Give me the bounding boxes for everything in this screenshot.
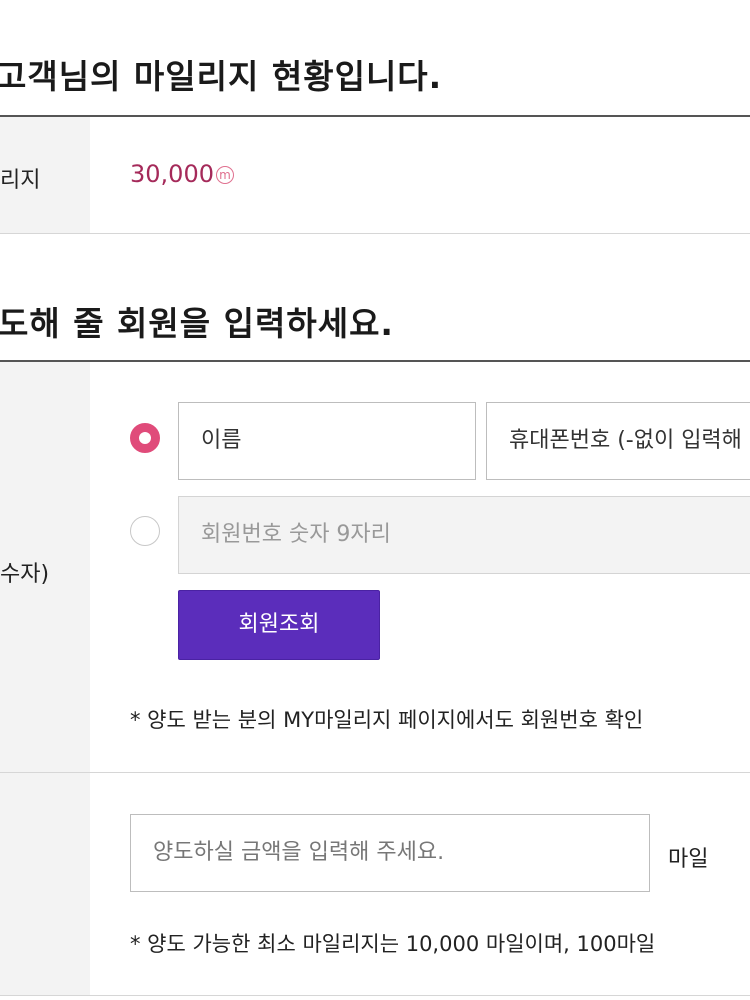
member-lookup-button[interactable]: 회원조회: [178, 590, 380, 660]
transfer-heading: 도해 줄 회원을 입력하세요.: [0, 304, 394, 343]
recipient-note: * 양도 받는 분의 MY마일리지 페이지에서도 회원번호 확인: [130, 708, 644, 732]
divider: [0, 995, 750, 996]
mileage-unit-icon: m: [215, 166, 234, 184]
amount-label-cell: [0, 773, 90, 995]
divider: [0, 115, 750, 117]
divider: [0, 360, 750, 362]
radio-name-phone[interactable]: [130, 423, 160, 453]
mileage-value: 30,000 m: [130, 160, 234, 188]
mileage-label: 리지: [0, 168, 41, 193]
phone-input[interactable]: 휴대폰번호 (-없이 입력해: [486, 402, 750, 480]
status-heading: 고객님의 마일리지 현황입니다.: [0, 57, 443, 96]
recipient-label: 수자): [0, 562, 50, 587]
transfer-amount-input[interactable]: 양도하실 금액을 입력해 주세요.: [130, 814, 650, 892]
divider: [0, 233, 750, 234]
member-number-input[interactable]: 회원번호 숫자 9자리: [178, 496, 750, 574]
amount-note: * 양도 가능한 최소 마일리지는 10,000 마일이며, 100마일: [130, 932, 656, 956]
name-input[interactable]: 이름: [178, 402, 476, 480]
radio-member-number[interactable]: [130, 516, 160, 546]
mileage-amount: 30,000: [130, 160, 214, 188]
divider: [0, 772, 750, 773]
amount-unit-label: 마일: [668, 847, 709, 872]
